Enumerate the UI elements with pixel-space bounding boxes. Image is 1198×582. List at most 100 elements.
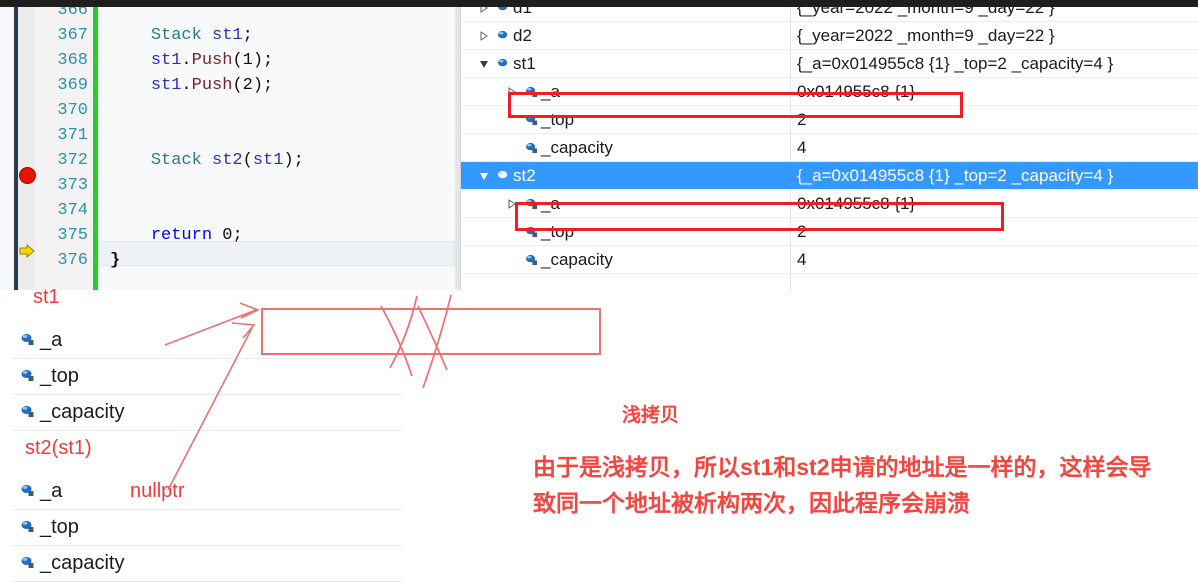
explanation-line-1: 由于是浅拷贝，所以st1和st2申请的地址是一样的，这样会导 [533, 454, 1152, 480]
watch-row-value[interactable]: {_year=2022 _month=9 _day=22 } [797, 22, 1055, 50]
nullptr-label: nullptr [130, 480, 185, 502]
watch-row[interactable]: st1 {_a=0x014955c8 {1} _top=2 _capacity=4… [461, 50, 1198, 78]
line-number: 370 [57, 101, 88, 120]
ide-screenshot-region: 366 367 Stack st1; 368 st1.Push(1); 369 st1… [0, 7, 1198, 290]
code-line: 369 st1.Push(2); [0, 73, 460, 98]
expander-collapsed-icon[interactable] [479, 31, 489, 41]
watch-row[interactable]: _top 2 [461, 218, 1198, 246]
code-text: Stack st1; [150, 26, 253, 45]
annotated-notes-region: _a _top _capacity _a _top _capacity st1 st2(s… [0, 286, 1198, 582]
private-field-icon [21, 485, 34, 496]
code-text: st1.Push(2); [150, 76, 274, 95]
watch-row-value[interactable]: 0x014955c8 {1} [797, 190, 915, 218]
field-icon [497, 170, 508, 179]
private-field-icon [525, 142, 538, 154]
watch-row-name: st2 [513, 166, 536, 185]
watch-row[interactable]: d1 {_year=2022 _month=9 _day=22 } [461, 7, 1198, 22]
watch-row-value[interactable]: 4 [797, 246, 806, 274]
watch-row-name: _top [541, 222, 575, 241]
watch-row[interactable]: _capacity 4 [461, 246, 1198, 274]
code-text: } [110, 251, 121, 270]
code-line: 376} [0, 248, 460, 273]
watch-row-value[interactable]: 2 [797, 106, 806, 134]
private-field-icon [21, 406, 34, 417]
line-number: 369 [57, 76, 88, 95]
field-icon [497, 30, 508, 39]
group2-title: st2(st1) [25, 437, 92, 459]
fragment-member-row: _top [12, 509, 402, 546]
watch-row[interactable]: d2 {_year=2022 _month=9 _day=22 } [461, 22, 1198, 50]
expander-collapsed-icon[interactable] [479, 7, 489, 13]
private-field-icon [21, 370, 34, 381]
line-number: 376 [57, 251, 88, 270]
code-line: 370 [0, 98, 460, 123]
line-number: 371 [57, 126, 88, 145]
private-field-icon [525, 114, 538, 126]
watch-row-name: _a [541, 82, 560, 101]
fragment-member-label: _capacity [40, 552, 125, 574]
code-line: 367 Stack st1; [0, 23, 460, 48]
watch-row[interactable]: _a 0x014955c8 {1} [461, 78, 1198, 106]
line-number: 373 [57, 176, 88, 195]
code-line: 366 [0, 7, 460, 23]
shallow-copy-label: 浅拷贝 [622, 405, 680, 426]
field-icon [497, 58, 508, 67]
cross-stroke-4 [422, 294, 452, 389]
line-number: 372 [57, 151, 88, 170]
watch-row-name: d2 [513, 26, 532, 45]
line-number: 375 [57, 226, 88, 245]
watch-row-value[interactable]: 4 [797, 134, 806, 162]
fragment-member-row: _capacity [12, 545, 402, 582]
private-field-icon [525, 226, 538, 238]
fragment-member-row: _top [12, 358, 402, 395]
watch-row-name: d1 [513, 7, 532, 17]
code-line: 368 st1.Push(1); [0, 48, 460, 73]
watch-row[interactable]: _top 2 [461, 106, 1198, 134]
private-field-icon [21, 521, 34, 532]
line-number: 374 [57, 201, 88, 220]
code-text: return 0; [150, 226, 243, 245]
private-field-icon [525, 86, 538, 98]
line-number: 367 [57, 26, 88, 45]
code-text: Stack st2(st1); [150, 151, 304, 170]
expander-collapsed-icon[interactable] [507, 87, 517, 97]
private-field-icon [525, 254, 538, 266]
fragment-member-label: _capacity [40, 401, 125, 423]
expander-expanded-icon[interactable] [479, 171, 489, 181]
watch-row[interactable]: _a 0x014955c8 {1} [461, 190, 1198, 218]
fragment-member-label: _a [40, 329, 63, 351]
expander-expanded-icon[interactable] [479, 59, 489, 69]
debugger-watch-panel[interactable]: d1 {_year=2022 _month=9 _day=22 } d2 {_year… [460, 7, 1198, 290]
watch-row-name: _capacity [541, 138, 613, 157]
watch-row-name: _top [541, 110, 575, 129]
window-top-band [0, 0, 1198, 7]
watch-row[interactable]: st2 {_a=0x014955c8 {1} _top=2 _capacity=4… [461, 162, 1198, 190]
explanation-line-2: 致同一个地址被析构两次，因此程序会崩溃 [533, 490, 970, 516]
fragment-member-label: _top [40, 365, 79, 387]
expander-collapsed-icon[interactable] [507, 199, 517, 209]
code-line: 374 [0, 198, 460, 223]
private-field-icon [21, 557, 34, 568]
fragment-member-row: _capacity [12, 394, 402, 431]
code-editor[interactable]: 366 367 Stack st1; 368 st1.Push(1); 369 st1… [0, 7, 460, 290]
watch-row-value[interactable]: {_a=0x014955c8 {1} _top=2 _capacity=4 } [797, 50, 1113, 78]
fragment-member-label: _a [40, 480, 63, 502]
line-number: 368 [57, 51, 88, 70]
private-field-icon [525, 198, 538, 210]
code-line: 375 return 0; [0, 223, 460, 248]
watch-row-value[interactable]: {_a=0x014955c8 {1} _top=2 _capacity=4 } [797, 162, 1113, 190]
fragment-member-label: _top [40, 516, 79, 538]
watch-row-value[interactable]: 0x014955c8 {1} [797, 78, 915, 106]
fragment-member-row: _a [12, 473, 402, 510]
code-text: st1.Push(1); [150, 51, 274, 70]
fragment-member-row: _a [12, 322, 402, 359]
watch-row[interactable]: _capacity 4 [461, 134, 1198, 162]
line-number: 366 [57, 7, 88, 20]
cross-stroke-3 [417, 305, 448, 371]
field-icon [497, 7, 508, 11]
watch-row-name: _capacity [541, 250, 613, 269]
code-line: 372 Stack st2(st1); [0, 148, 460, 173]
watch-row-value[interactable]: {_year=2022 _month=9 _day=22 } [797, 7, 1055, 22]
watch-row-value[interactable]: 2 [797, 218, 806, 246]
code-line: 373 [0, 173, 460, 198]
